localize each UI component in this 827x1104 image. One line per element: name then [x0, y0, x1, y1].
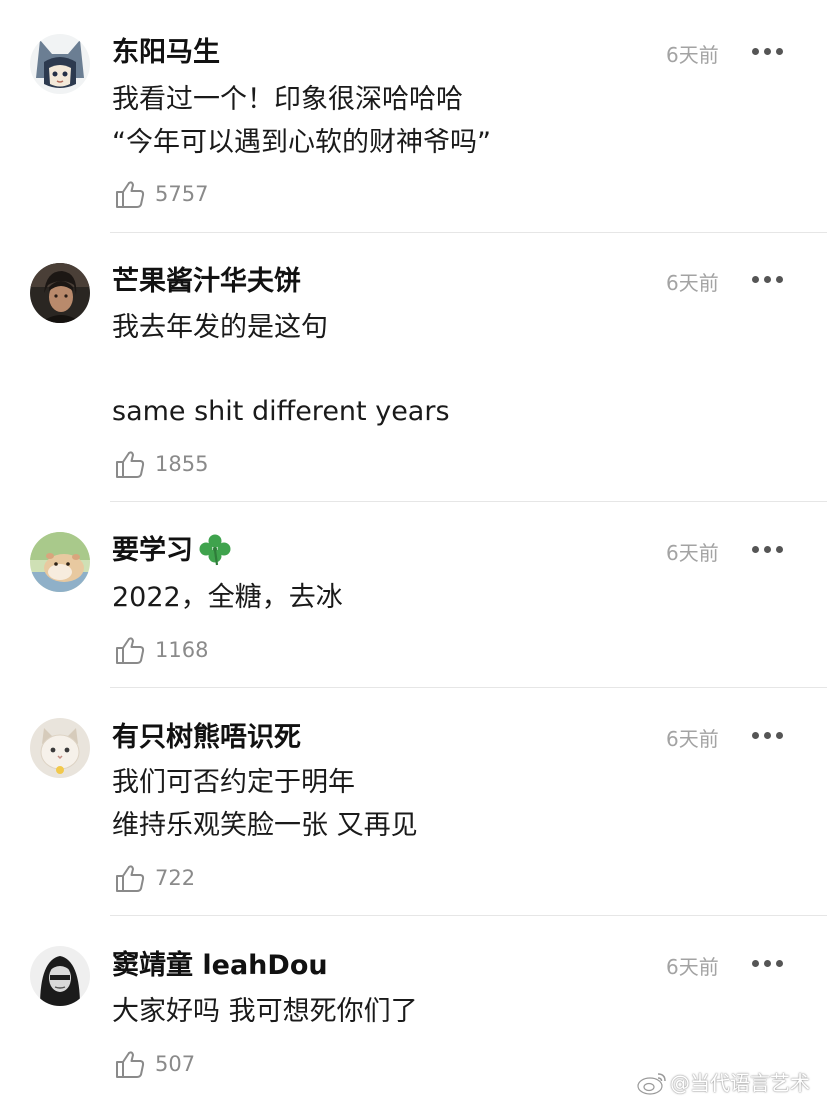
avatar[interactable] [30, 34, 90, 94]
thumbs-up-icon [116, 451, 145, 478]
avatar[interactable] [30, 263, 90, 323]
like-count: 507 [155, 1052, 196, 1076]
username-text: 要学习 [112, 535, 193, 566]
like-count: 1168 [155, 638, 209, 662]
avatar[interactable] [30, 532, 90, 592]
comment-text-line: same shit different years [112, 396, 450, 427]
more-options-icon[interactable] [752, 276, 784, 286]
like-count: 722 [155, 866, 196, 890]
like-count: 1855 [155, 452, 209, 476]
timestamp: 6天前 [666, 271, 719, 295]
comment-text-line: 大家好吗 我可想死你们了 [112, 996, 418, 1027]
avatar[interactable] [30, 718, 90, 778]
comment-text-line: 我们可否约定于明年 [112, 767, 355, 798]
watermark-text: @当代语言艺术 [670, 1071, 810, 1095]
thumbs-up-icon [116, 1051, 145, 1078]
thumbs-up-icon [116, 637, 145, 664]
username[interactable]: 有只树熊唔识死 [112, 721, 301, 755]
comment-text-line: 我看过一个！印象很深哈哈哈 [112, 84, 463, 115]
weibo-logo-icon [637, 1073, 666, 1095]
comment-text-line: 维持乐观笑脸一张 又再见 [112, 810, 418, 841]
divider [110, 501, 827, 502]
like-count: 5757 [155, 182, 209, 206]
comment-text-line: 2022，全糖，去冰 [112, 582, 343, 613]
username[interactable]: 窦靖童 leahDou [112, 949, 328, 983]
avatar[interactable] [30, 946, 90, 1006]
more-options-icon[interactable] [752, 960, 784, 970]
username[interactable]: 芒果酱汁华夫饼 [112, 265, 301, 299]
timestamp: 6天前 [666, 43, 719, 67]
username[interactable]: 要学习 [112, 534, 233, 568]
more-options-icon[interactable] [752, 732, 784, 742]
more-options-icon[interactable] [752, 48, 784, 58]
thumbs-up-icon [116, 865, 145, 892]
timestamp: 6天前 [666, 955, 719, 979]
divider [110, 232, 827, 233]
timestamp: 6天前 [666, 727, 719, 751]
divider [110, 915, 827, 916]
more-options-icon[interactable] [752, 546, 784, 556]
comment-text-line: “今年可以遇到心软的财神爷吗” [112, 127, 491, 158]
username[interactable]: 东阳马生 [112, 36, 220, 70]
timestamp: 6天前 [666, 541, 719, 565]
comment-text-line: 我去年发的是这句 [112, 312, 328, 343]
thumbs-up-icon [116, 181, 145, 208]
clover-icon [199, 534, 231, 565]
divider [110, 687, 827, 688]
